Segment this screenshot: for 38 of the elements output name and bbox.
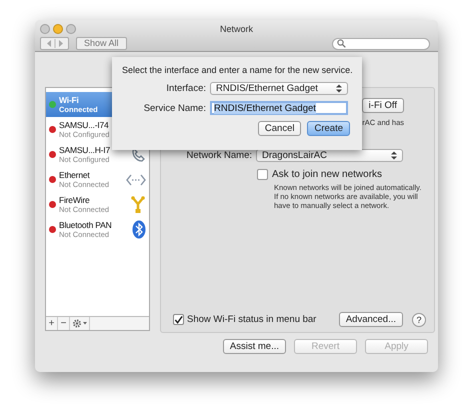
service-name: SAMSU...H-I7 [59, 145, 111, 155]
bluetooth-icon [132, 220, 146, 239]
service-name: Bluetooth PAN [59, 220, 113, 230]
show-all-button[interactable]: Show All [76, 37, 127, 50]
search-field[interactable] [332, 38, 430, 50]
help-button[interactable]: ? [412, 312, 426, 326]
add-button[interactable]: + [46, 317, 58, 330]
service-name: SAMSU...-I74 [59, 120, 110, 130]
interface-label: Interface: [165, 83, 207, 94]
zoom-button[interactable] [66, 24, 76, 34]
cancel-button[interactable]: Cancel [258, 121, 302, 136]
network-name-popup[interactable]: DragonsLairAC [256, 149, 403, 162]
up-down-arrows-icon [336, 84, 342, 93]
sheet-prompt: Select the interface and enter a name for the new service. [122, 65, 352, 76]
checkbox-label: Show Wi-Fi status in menu bar [187, 314, 316, 325]
footer-button[interactable]: Assist me... [222, 339, 286, 354]
gear-menu-button[interactable] [70, 317, 90, 330]
network-name-label: Network Name: [186, 150, 253, 161]
back-forward-button[interactable] [40, 37, 69, 50]
service-name: Ethernet [59, 170, 91, 180]
service-name: FireWire [59, 195, 91, 205]
firewire-icon [130, 196, 146, 214]
create-button[interactable]: Create [307, 121, 350, 136]
advanced-button[interactable]: Advanced... [338, 312, 403, 327]
window-title: Network [218, 24, 254, 34]
up-down-arrows-icon [391, 151, 397, 160]
service-name-field[interactable]: RNDIS/Ethernet Gadget [210, 101, 348, 115]
close-button[interactable] [40, 24, 50, 34]
interface-popup[interactable]: RNDIS/Ethernet Gadget [210, 82, 348, 95]
search-icon [337, 39, 346, 48]
checkbox[interactable] [257, 169, 268, 180]
checkbox[interactable] [173, 314, 184, 325]
wifi-off-button[interactable]: i-Fi Off [362, 98, 404, 113]
checkbox-label: Ask to join new networks [272, 169, 382, 180]
arrows-icon [126, 174, 146, 186]
service-name: Wi-Fi [59, 95, 80, 105]
remove-button[interactable]: − [58, 317, 70, 330]
minimize-button[interactable] [53, 24, 63, 34]
